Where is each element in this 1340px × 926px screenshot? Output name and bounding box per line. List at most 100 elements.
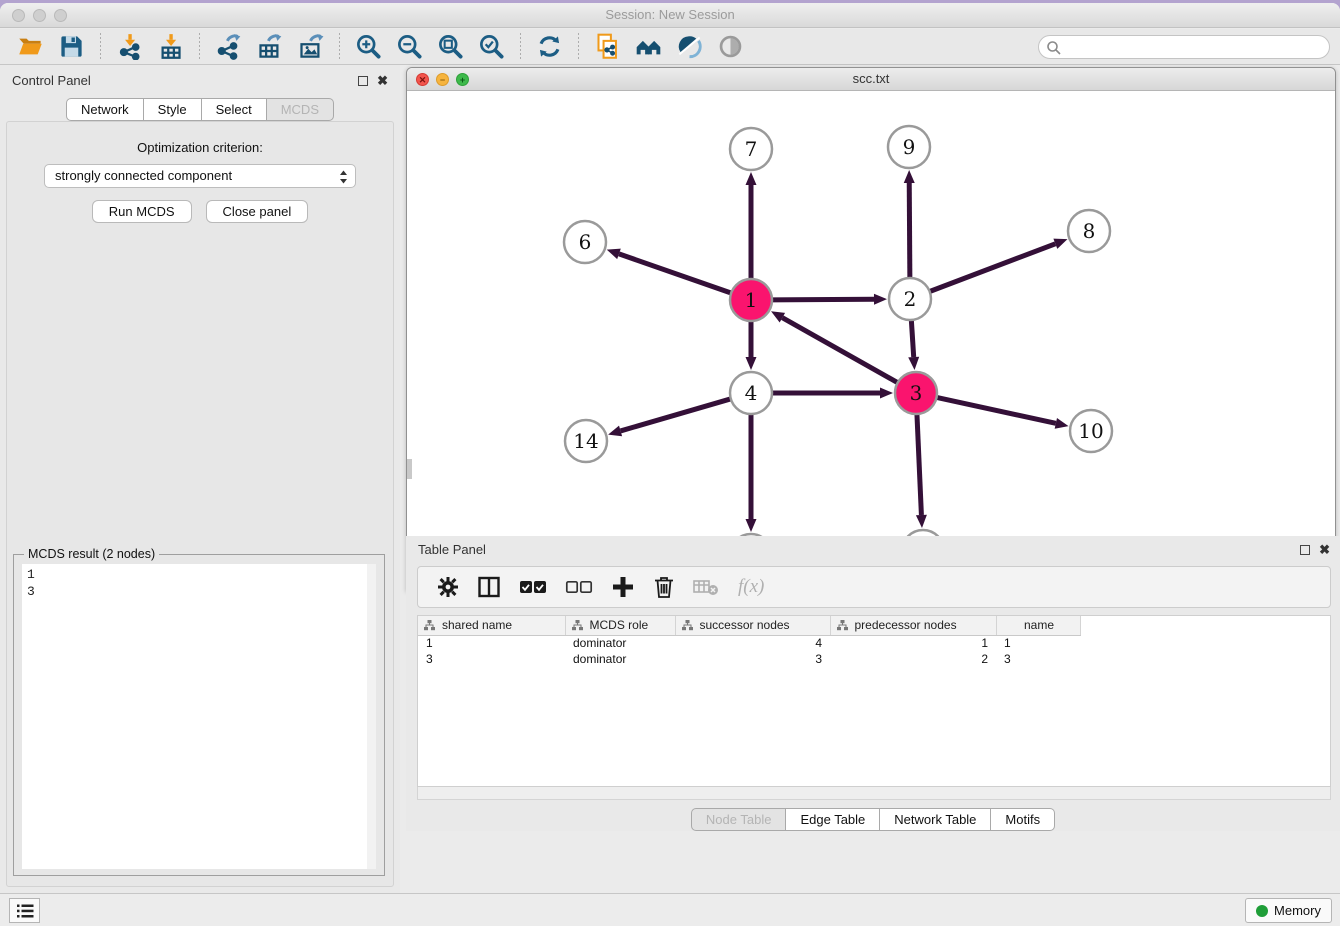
graph-node-label-2: 2 — [904, 287, 917, 311]
toolbar-separator — [339, 33, 340, 61]
zoom-in-icon[interactable] — [355, 33, 382, 60]
export-table-icon[interactable] — [256, 33, 283, 60]
graph-node-label-9: 9 — [903, 135, 916, 159]
table-cell: 4 — [675, 635, 830, 651]
select-all-checkboxes-icon[interactable] — [519, 579, 547, 595]
tab-motifs[interactable]: Motifs — [991, 808, 1055, 831]
main-toolbar — [0, 29, 1340, 65]
network-window-titlebar[interactable]: ✕ − + scc.txt — [407, 68, 1335, 91]
graph-edge-arrowhead — [607, 249, 621, 259]
fit-content-icon[interactable] — [437, 33, 464, 60]
graph-edge-3-10[interactable] — [936, 397, 1056, 423]
network-graph: 1234678910111415 — [407, 91, 1335, 590]
memory-button[interactable]: Memory — [1245, 898, 1332, 923]
graph-node-label-14: 14 — [573, 429, 598, 453]
export-network-icon[interactable] — [215, 33, 242, 60]
table-panel: Table Panel ✖ — [406, 536, 1340, 831]
search-box — [1038, 35, 1330, 59]
column-header-successor-nodes[interactable]: successor nodes — [675, 616, 830, 635]
import-network-icon[interactable] — [116, 33, 143, 60]
column-header-predecessor-nodes[interactable]: predecessor nodes — [830, 616, 996, 635]
close-panel-icon[interactable]: ✖ — [377, 76, 388, 86]
tab-edge-table[interactable]: Edge Table — [786, 808, 880, 831]
tab-network-table[interactable]: Network Table — [880, 808, 991, 831]
apply-layout-icon[interactable] — [536, 33, 563, 60]
table-row[interactable]: 1dominator411 — [418, 635, 1080, 651]
close-table-panel-icon[interactable]: ✖ — [1319, 545, 1330, 555]
tab-select[interactable]: Select — [202, 98, 267, 121]
float-panel-icon[interactable] — [358, 76, 368, 86]
column-header-mcds-role[interactable]: MCDS role — [565, 616, 675, 635]
run-mcds-button[interactable]: Run MCDS — [92, 200, 192, 223]
list-icon — [16, 903, 34, 919]
vertical-scroll-thumb[interactable] — [407, 459, 412, 479]
toolbar-separator — [100, 33, 101, 61]
column-header-shared-name[interactable]: shared name — [418, 616, 565, 635]
toolbar-separator — [578, 33, 579, 61]
task-history-button[interactable] — [9, 898, 40, 923]
title-bar: Session: New Session — [0, 3, 1340, 28]
graph-edge-arrowhead — [880, 388, 893, 399]
float-table-panel-icon[interactable] — [1300, 545, 1310, 555]
graph-edge-1-2[interactable] — [771, 299, 874, 300]
deselect-all-checkboxes-icon[interactable] — [565, 579, 593, 595]
tab-mcds[interactable]: MCDS — [267, 98, 334, 121]
control-panel: Control Panel ✖ Network Style Select MCD… — [0, 65, 400, 893]
import-table-icon[interactable] — [157, 33, 184, 60]
graph-edge-3-11[interactable] — [917, 413, 922, 515]
table-toolbar: f(x) — [417, 566, 1331, 608]
tab-network[interactable]: Network — [66, 98, 144, 121]
status-bar: Memory — [0, 893, 1340, 926]
tab-node-table[interactable]: Node Table — [691, 808, 787, 831]
graph-edge-1-6[interactable] — [619, 254, 732, 294]
network-overview-icon[interactable] — [635, 33, 662, 60]
table-cell: 2 — [830, 651, 996, 667]
graph-node-label-4: 4 — [745, 381, 758, 405]
close-panel-button[interactable]: Close panel — [206, 200, 309, 223]
open-file-icon[interactable] — [17, 33, 44, 60]
graph-edge-2-3[interactable] — [911, 319, 913, 357]
graph-edge-arrowhead — [908, 357, 919, 370]
table-cell: 1 — [418, 635, 565, 651]
graph-edge-3-1[interactable] — [782, 318, 898, 384]
criterion-dropdown[interactable]: strongly connected component — [44, 164, 356, 188]
add-column-icon[interactable] — [611, 575, 635, 599]
table-cell: 3 — [675, 651, 830, 667]
graph-edge-arrowhead — [746, 172, 757, 185]
graph-node-label-8: 8 — [1083, 219, 1096, 243]
zoom-selected-icon[interactable] — [478, 33, 505, 60]
search-input[interactable] — [1065, 37, 1321, 57]
toolbar-separator — [199, 33, 200, 61]
table-cell: 1 — [996, 635, 1080, 651]
table-panel-title: Table Panel — [418, 542, 486, 557]
style-painter-icon[interactable] — [676, 33, 703, 60]
column-header-name[interactable]: name — [996, 616, 1080, 635]
settings-gear-icon[interactable] — [437, 576, 459, 598]
save-session-icon[interactable] — [58, 33, 85, 60]
show-hide-icon[interactable] — [717, 33, 744, 60]
graph-node-label-7: 7 — [745, 137, 758, 161]
table-panel-tabs: Node Table Edge Table Network Table Moti… — [691, 808, 1055, 831]
memory-status-dot — [1256, 905, 1268, 917]
optimization-criterion-label: Optimization criterion: — [7, 140, 393, 155]
graph-edge-arrowhead — [746, 519, 757, 532]
graph-edge-2-9[interactable] — [909, 183, 910, 279]
network-canvas[interactable]: 1234678910111415 — [407, 91, 1335, 590]
zoom-out-icon[interactable] — [396, 33, 423, 60]
delete-column-icon[interactable] — [653, 575, 675, 599]
graph-edge-4-14[interactable] — [621, 399, 732, 431]
function-builder-icon: f(x) — [738, 576, 764, 598]
graph-node-label-1: 1 — [745, 288, 758, 312]
table-row[interactable]: 3dominator323 — [418, 651, 1080, 667]
table-cell: dominator — [565, 635, 675, 651]
graph-node-label-3: 3 — [910, 381, 923, 405]
clone-network-icon[interactable] — [594, 33, 621, 60]
tab-style[interactable]: Style — [144, 98, 202, 121]
mcds-result-text[interactable]: 1 3 — [22, 564, 376, 869]
column-view-icon[interactable] — [477, 575, 501, 599]
table-cell: 3 — [418, 651, 565, 667]
graph-edge-2-8[interactable] — [929, 244, 1056, 292]
table-horizontal-scrollbar[interactable] — [417, 787, 1331, 800]
export-image-icon[interactable] — [297, 33, 324, 60]
result-scrollbar[interactable] — [367, 564, 376, 869]
